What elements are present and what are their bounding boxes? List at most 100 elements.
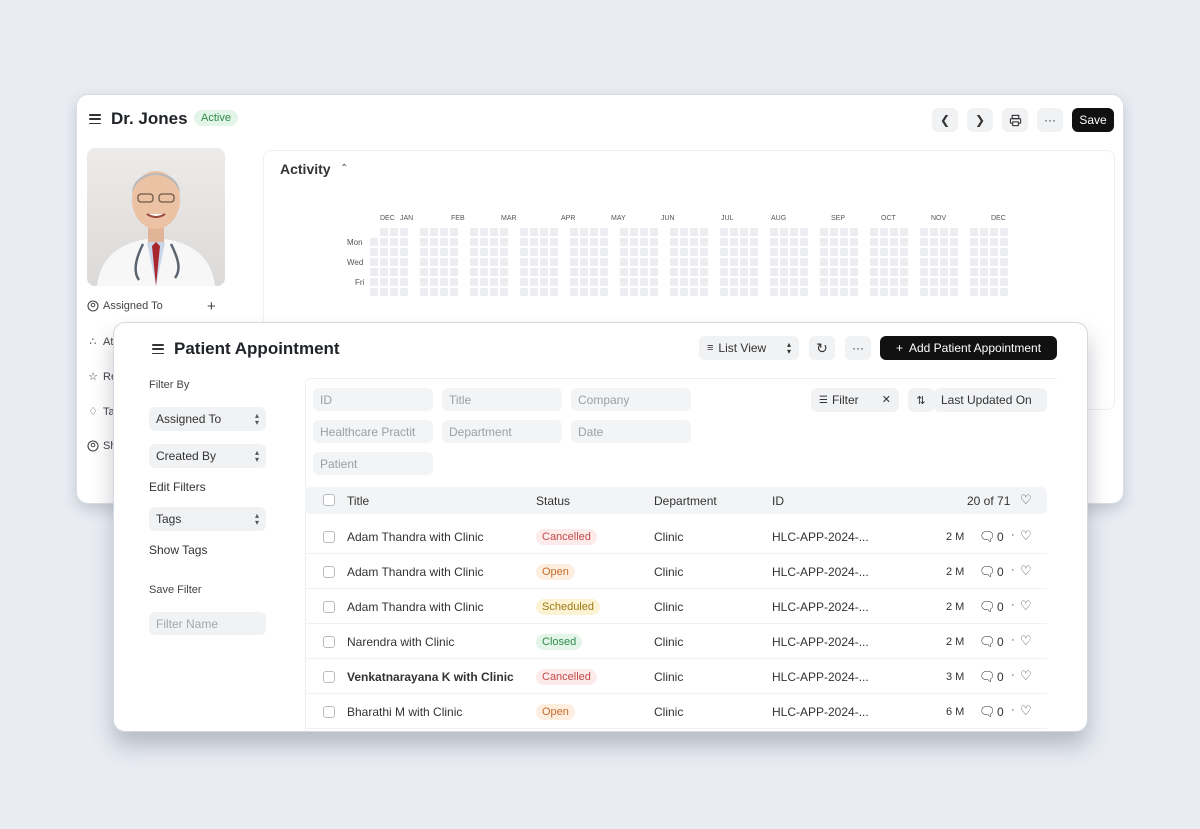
activity-cell — [980, 278, 988, 286]
filter-button[interactable]: ☰ Filter ✕ — [811, 388, 899, 412]
menu-icon[interactable] — [152, 344, 164, 354]
show-tags-link[interactable]: Show Tags — [149, 543, 207, 557]
row-department: Clinic — [654, 530, 684, 544]
activity-cell — [780, 248, 788, 256]
activity-cell — [470, 248, 478, 256]
sidebar-item-assigned[interactable]: Assigned To — [87, 300, 163, 312]
assigned-to-label: Assigned To — [156, 412, 222, 426]
row-title[interactable]: Bharathi M with Clinic — [347, 705, 462, 719]
heart-icon[interactable]: ♡ — [1020, 598, 1032, 614]
row-title[interactable]: Narendra with Clinic — [347, 635, 454, 649]
activity-cell — [470, 288, 478, 296]
activity-cell — [650, 258, 658, 266]
heart-icon[interactable]: ♡ — [1020, 563, 1032, 579]
activity-cell — [640, 288, 648, 296]
sort-direction-button[interactable]: ⇅ — [908, 388, 934, 412]
activity-cell — [930, 258, 938, 266]
view-switcher[interactable]: ≡ List View ▴ ▾ — [699, 336, 799, 360]
tags-select[interactable]: Tags ▴ ▾ — [149, 507, 266, 531]
activity-cell — [540, 228, 548, 236]
column-header-status[interactable]: Status — [536, 494, 570, 508]
edit-filters-link[interactable]: Edit Filters — [149, 480, 206, 494]
row-count: 20 of 71 — [967, 494, 1011, 508]
add-assignee-button[interactable]: + — [207, 298, 216, 315]
heart-icon[interactable]: ♡ — [1020, 633, 1032, 649]
refresh-button[interactable]: ↻ — [809, 336, 835, 360]
comment-icon[interactable]: 🗨︎ — [979, 634, 996, 650]
column-header-department[interactable]: Department — [654, 494, 717, 508]
separator-dot: · — [1011, 634, 1015, 646]
menu-icon[interactable] — [89, 114, 101, 124]
previous-button[interactable]: ❮ — [932, 108, 958, 132]
comment-icon[interactable]: 🗨︎ — [979, 564, 996, 580]
close-icon[interactable]: ✕ — [882, 393, 891, 406]
patient-filter-input[interactable]: Patient — [313, 452, 433, 475]
sort-field-button[interactable]: Last Updated On — [934, 388, 1047, 412]
table-row[interactable]: Narendra with Clinic Closed Clinic HLC-APP-… — [305, 625, 1047, 659]
chevron-up-icon[interactable]: ⌃ — [340, 163, 348, 174]
activity-cell — [430, 288, 438, 296]
table-row[interactable]: Adam Thandra with Clinic Cancelled Clinic H… — [305, 520, 1047, 554]
row-checkbox[interactable] — [323, 566, 335, 578]
activity-cell — [690, 268, 698, 276]
table-row[interactable]: Adam Thandra with Clinic Scheduled Clinic H… — [305, 590, 1047, 624]
row-checkbox[interactable] — [323, 531, 335, 543]
company-filter-input[interactable]: Company — [571, 388, 691, 411]
next-button[interactable]: ❯ — [967, 108, 993, 132]
practitioner-filter-input[interactable]: Healthcare Practit — [313, 420, 433, 443]
sidebar-item-attachments[interactable]: ∴ At — [87, 335, 114, 349]
table-row[interactable]: Bharathi M with Clinic Open Clinic HLC-APP-… — [305, 695, 1047, 729]
activity-cell — [430, 248, 438, 256]
table-row[interactable]: Venkatnarayana K with Clinic Cancelled Cli… — [305, 660, 1047, 694]
row-title[interactable]: Adam Thandra with Clinic — [347, 565, 484, 579]
comment-icon[interactable]: 🗨︎ — [979, 704, 996, 720]
row-checkbox[interactable] — [323, 601, 335, 613]
sidebar-item-tags[interactable]: ♢ Ta — [87, 405, 115, 419]
row-checkbox[interactable] — [323, 636, 335, 648]
activity-cell — [530, 278, 538, 286]
assigned-to-select[interactable]: Assigned To ▴ ▾ — [149, 407, 266, 431]
heart-icon[interactable]: ♡ — [1020, 492, 1032, 508]
heart-icon[interactable]: ♡ — [1020, 668, 1032, 684]
activity-cell — [480, 258, 488, 266]
more-button[interactable]: ··· — [1037, 108, 1063, 132]
heart-icon[interactable]: ♡ — [1020, 703, 1032, 719]
assign-icon — [87, 300, 99, 312]
activity-cell — [790, 268, 798, 276]
title-filter-input[interactable]: Title — [442, 388, 562, 411]
row-checkbox[interactable] — [323, 706, 335, 718]
month-label: NOV — [931, 215, 947, 222]
column-header-id[interactable]: ID — [772, 494, 784, 508]
row-title[interactable]: Adam Thandra with Clinic — [347, 530, 484, 544]
activity-cell — [700, 268, 708, 276]
add-patient-appointment-button[interactable]: + Add Patient Appointment — [880, 336, 1057, 360]
filter-icon: ☰ — [819, 394, 828, 406]
activity-cell — [500, 278, 508, 286]
column-header-title[interactable]: Title — [347, 494, 369, 508]
more-button[interactable]: ··· — [845, 336, 871, 360]
row-title[interactable]: Adam Thandra with Clinic — [347, 600, 484, 614]
id-filter-input[interactable]: ID — [313, 388, 433, 411]
row-checkbox[interactable] — [323, 671, 335, 683]
table-row[interactable]: Adam Thandra with Clinic Open Clinic HLC-AP… — [305, 555, 1047, 589]
activity-cell — [770, 248, 778, 256]
activity-cell — [950, 238, 958, 246]
department-filter-input[interactable]: Department — [442, 420, 562, 443]
activity-cell — [990, 228, 998, 236]
comment-icon[interactable]: 🗨︎ — [979, 669, 996, 685]
created-by-select[interactable]: Created By ▴ ▾ — [149, 444, 266, 468]
activity-cell — [640, 268, 648, 276]
comment-icon[interactable]: 🗨︎ — [979, 599, 996, 615]
date-filter-input[interactable]: Date — [571, 420, 691, 443]
print-button[interactable] — [1002, 108, 1028, 132]
save-button[interactable]: Save — [1072, 108, 1114, 132]
select-all-checkbox[interactable] — [323, 494, 335, 506]
filter-name-input[interactable]: Filter Name — [149, 612, 266, 635]
activity-cell — [700, 238, 708, 246]
activity-cell — [990, 258, 998, 266]
heart-icon[interactable]: ♡ — [1020, 528, 1032, 544]
row-title[interactable]: Venkatnarayana K with Clinic — [347, 670, 514, 684]
activity-cell — [600, 238, 608, 246]
comment-icon[interactable]: 🗨︎ — [979, 529, 996, 545]
activity-cell — [880, 248, 888, 256]
